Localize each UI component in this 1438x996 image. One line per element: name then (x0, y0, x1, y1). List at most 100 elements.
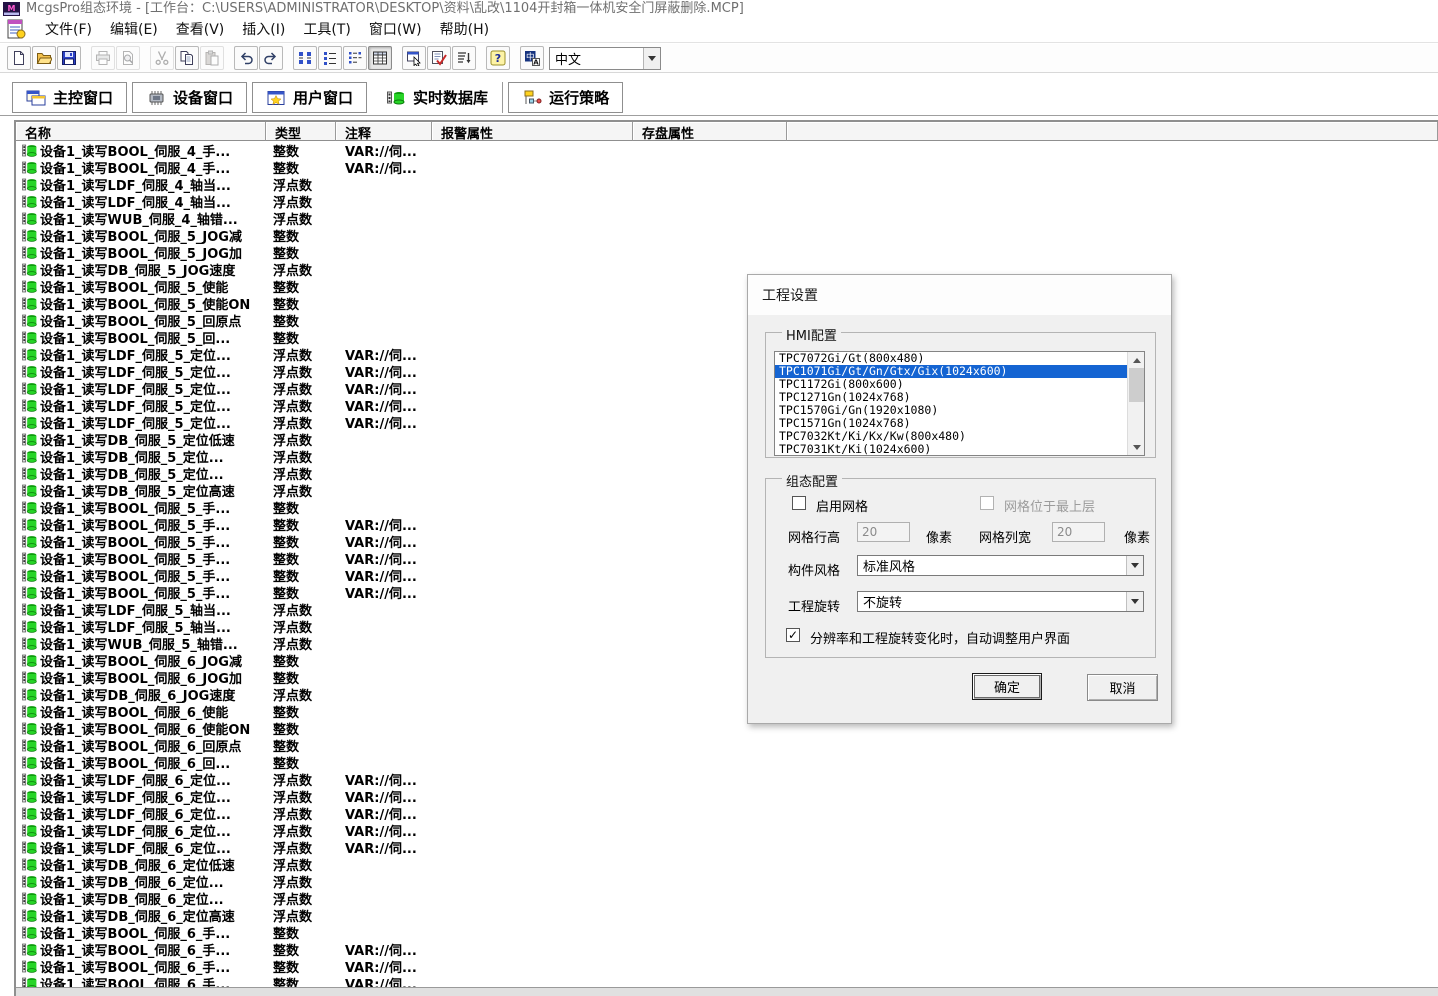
table-row[interactable]: 设备1_读写BOOL_伺服_4_手...整数VAR://伺... (16, 142, 1438, 159)
column-header-3[interactable]: 注释 (336, 122, 432, 141)
table-row[interactable]: 设备1_读写DB_伺服_5_定位...浮点数 (16, 448, 1438, 465)
table-row[interactable]: 设备1_读写DB_伺服_6_定位...浮点数 (16, 890, 1438, 907)
table-row[interactable]: 设备1_读写BOOL_伺服_6_手...整数 (16, 924, 1438, 941)
view-list-button[interactable] (343, 46, 367, 70)
tab-realtime-database[interactable]: 实时数据库 (372, 82, 502, 113)
column-header-1[interactable]: 名称 (16, 122, 266, 141)
table-row[interactable]: 设备1_读写BOOL_伺服_5_回原点整数 (16, 312, 1438, 329)
table-row[interactable]: 设备1_读写LDF_伺服_5_轴当...浮点数 (16, 618, 1438, 635)
project-rotation-select[interactable]: 不旋转 (857, 591, 1144, 612)
cancel-button[interactable]: 取消 (1087, 674, 1158, 701)
column-header-4[interactable]: 报警属性 (432, 122, 633, 141)
table-row[interactable]: 设备1_读写LDF_伺服_4_轴当...浮点数 (16, 193, 1438, 210)
table-row[interactable]: 设备1_读写DB_伺服_6_定位高速浮点数 (16, 907, 1438, 924)
hmi-model-option[interactable]: TPC7031Kt/Ki(1024x600) (775, 443, 1144, 456)
table-row[interactable]: 设备1_读写LDF_伺服_5_定位...浮点数VAR://伺... (16, 414, 1438, 431)
table-row[interactable]: 设备1_读写DB_伺服_5_JOG速度浮点数 (16, 261, 1438, 278)
language-button[interactable]: 中A (520, 46, 544, 70)
undo-button[interactable] (234, 46, 258, 70)
table-row[interactable]: 设备1_读写LDF_伺服_6_定位...浮点数VAR://伺... (16, 839, 1438, 856)
table-row[interactable]: 设备1_读写BOOL_伺服_5_手...整数VAR://伺... (16, 533, 1438, 550)
title-bar[interactable]: M McgsPro组态环境 - [工作台：C:\USERS\ADMINISTRA… (0, 0, 1438, 16)
table-row[interactable]: 设备1_读写BOOL_伺服_5_使能整数 (16, 278, 1438, 295)
tab-run-strategy[interactable]: 运行策略 (508, 82, 623, 113)
table-row[interactable]: 设备1_读写LDF_伺服_5_定位...浮点数VAR://伺... (16, 363, 1438, 380)
table-row[interactable]: 设备1_读写BOOL_伺服_6_回原点整数 (16, 737, 1438, 754)
properties-button[interactable] (402, 46, 426, 70)
menu-tools[interactable]: 工具(T) (294, 16, 359, 42)
table-row[interactable]: 设备1_读写DB_伺服_5_定位高速浮点数 (16, 482, 1438, 499)
auto-adjust-checkbox[interactable]: ✓ (786, 628, 800, 642)
component-style-dropdown-button[interactable] (1126, 556, 1143, 575)
table-row[interactable]: 设备1_读写BOOL_伺服_6_JOG加整数 (16, 669, 1438, 686)
column-header-5[interactable]: 存盘属性 (633, 122, 787, 141)
redo-button[interactable] (259, 46, 283, 70)
enable-grid-checkbox[interactable] (792, 496, 806, 510)
menu-view[interactable]: 查看(V) (167, 16, 234, 42)
open-button[interactable] (32, 46, 56, 70)
column-header-2[interactable]: 类型 (266, 122, 336, 141)
table-row[interactable]: 设备1_读写LDF_伺服_4_轴当...浮点数 (16, 176, 1438, 193)
menu-insert[interactable]: 插入(I) (233, 16, 294, 42)
table-row[interactable]: 设备1_读写BOOL_伺服_5_回...整数 (16, 329, 1438, 346)
table-row[interactable]: 设备1_读写DB_伺服_6_JOG速度浮点数 (16, 686, 1438, 703)
help-button[interactable]: ? (486, 46, 510, 70)
scroll-down-button[interactable] (1128, 440, 1145, 455)
tab-main-window[interactable]: 主控窗口 (12, 82, 127, 113)
table-row[interactable]: 设备1_读写LDF_伺服_6_定位...浮点数VAR://伺... (16, 822, 1438, 839)
table-row[interactable]: 设备1_读写BOOL_伺服_5_手...整数VAR://伺... (16, 584, 1438, 601)
table-row[interactable]: 设备1_读写DB_伺服_6_定位低速浮点数 (16, 856, 1438, 873)
tab-user-window[interactable]: 用户窗口 (252, 82, 367, 113)
table-row[interactable]: 设备1_读写BOOL_伺服_5_手...整数VAR://伺... (16, 567, 1438, 584)
table-row[interactable]: 设备1_读写LDF_伺服_6_定位...浮点数VAR://伺... (16, 788, 1438, 805)
table-row[interactable]: 设备1_读写LDF_伺服_6_定位...浮点数VAR://伺... (16, 805, 1438, 822)
table-row[interactable]: 设备1_读写LDF_伺服_6_定位...浮点数VAR://伺... (16, 771, 1438, 788)
dialog-title-bar[interactable]: 工程设置 (748, 275, 1171, 315)
table-row[interactable]: 设备1_读写DB_伺服_6_定位...浮点数 (16, 873, 1438, 890)
menu-help[interactable]: 帮助(H) (431, 16, 498, 42)
project-rotation-dropdown-button[interactable] (1126, 592, 1143, 611)
language-select[interactable]: 中文 (549, 47, 661, 70)
view-large-button[interactable] (293, 46, 317, 70)
table-row[interactable]: 设备1_读写BOOL_伺服_6_手...整数VAR://伺... (16, 975, 1438, 987)
table-row[interactable]: 设备1_读写WUB_伺服_4_轴错...浮点数 (16, 210, 1438, 227)
table-row[interactable]: 设备1_读写BOOL_伺服_6_回...整数 (16, 754, 1438, 771)
table-row[interactable]: 设备1_读写WUB_伺服_5_轴错...浮点数 (16, 635, 1438, 652)
table-row[interactable]: 设备1_读写LDF_伺服_5_定位...浮点数VAR://伺... (16, 380, 1438, 397)
new-button[interactable] (7, 46, 31, 70)
table-row[interactable]: 设备1_读写LDF_伺服_5_定位...浮点数VAR://伺... (16, 346, 1438, 363)
table-row[interactable]: 设备1_读写BOOL_伺服_6_手...整数VAR://伺... (16, 958, 1438, 975)
table-row[interactable]: 设备1_读写BOOL_伺服_5_JOG减整数 (16, 227, 1438, 244)
copy-button[interactable] (175, 46, 199, 70)
component-style-select[interactable]: 标准风格 (857, 555, 1144, 576)
table-row[interactable]: 设备1_读写BOOL_伺服_6_使能整数 (16, 703, 1438, 720)
table-row[interactable]: 设备1_读写BOOL_伺服_5_手...整数VAR://伺... (16, 516, 1438, 533)
table-row[interactable]: 设备1_读写DB_伺服_5_定位低速浮点数 (16, 431, 1438, 448)
view-detail-button[interactable] (368, 46, 392, 70)
table-row[interactable]: 设备1_读写BOOL_伺服_4_手...整数VAR://伺... (16, 159, 1438, 176)
scroll-up-button[interactable] (1128, 352, 1145, 367)
table-row[interactable]: 设备1_读写BOOL_伺服_5_使能ON整数 (16, 295, 1438, 312)
table-row[interactable]: 设备1_读写BOOL_伺服_6_JOG减整数 (16, 652, 1438, 669)
table-row[interactable]: 设备1_读写BOOL_伺服_6_手...整数VAR://伺... (16, 941, 1438, 958)
sort-button[interactable] (452, 46, 476, 70)
save-button[interactable] (57, 46, 81, 70)
table-row[interactable]: 设备1_读写LDF_伺服_5_定位...浮点数VAR://伺... (16, 397, 1438, 414)
language-select-dropdown-button[interactable] (643, 48, 660, 69)
table-row[interactable]: 设备1_读写BOOL_伺服_5_手...整数 (16, 499, 1438, 516)
listbox-scrollbar[interactable] (1127, 352, 1144, 455)
menu-file[interactable]: 文件(F) (36, 16, 101, 42)
table-row[interactable]: 设备1_读写BOOL_伺服_6_使能ON整数 (16, 720, 1438, 737)
ok-button[interactable]: 确定 (972, 673, 1042, 700)
table-row[interactable]: 设备1_读写DB_伺服_5_定位...浮点数 (16, 465, 1438, 482)
menu-edit[interactable]: 编辑(E) (101, 16, 167, 42)
menu-window[interactable]: 窗口(W) (360, 16, 431, 42)
table-row[interactable]: 设备1_读写LDF_伺服_5_轴当...浮点数 (16, 601, 1438, 618)
tab-device-window[interactable]: 设备窗口 (132, 82, 247, 113)
syntax-check-button[interactable] (427, 46, 451, 70)
table-row[interactable]: 设备1_读写BOOL_伺服_5_手...整数VAR://伺... (16, 550, 1438, 567)
scrollbar-thumb[interactable] (1129, 368, 1144, 402)
table-row[interactable]: 设备1_读写BOOL_伺服_5_JOG加整数 (16, 244, 1438, 261)
view-small-button[interactable] (318, 46, 342, 70)
horizontal-scrollbar[interactable] (16, 987, 1438, 996)
